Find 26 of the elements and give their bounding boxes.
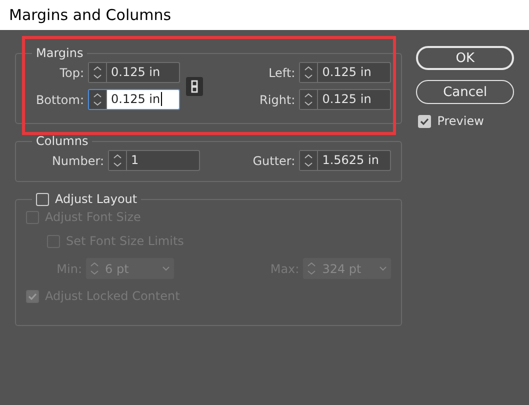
field-label: Left: [268, 66, 296, 80]
number-field[interactable]: 1.5625 in [299, 150, 392, 171]
group-title: Columns [35, 134, 90, 148]
number-field[interactable]: 0.125 in [299, 89, 392, 110]
stepper-icon[interactable] [300, 63, 318, 82]
dialog-button[interactable]: Cancel [416, 80, 514, 104]
group-title: Margins [35, 46, 84, 60]
stepper-icon[interactable] [300, 90, 318, 109]
field-label: Top: [58, 66, 85, 80]
checkbox-label: Preview [437, 114, 484, 128]
chain-link-icon[interactable] [186, 76, 203, 96]
stepper-icon[interactable] [109, 151, 127, 170]
stepper-icon[interactable] [300, 151, 318, 170]
dialog-button[interactable]: OK [416, 46, 514, 70]
number-field[interactable]: 0.125 in [299, 62, 392, 83]
number-field[interactable]: 1 [108, 150, 200, 171]
number-field[interactable]: 0.125 in [88, 89, 180, 110]
number-field[interactable]: 0.125 in [88, 62, 180, 83]
field-label: Right: [258, 92, 296, 106]
stepper-icon[interactable] [89, 90, 107, 109]
stepper-icon[interactable] [89, 63, 107, 82]
checkbox-label: Adjust Layout [55, 192, 138, 206]
window-title: Margins and Columns [9, 6, 172, 24]
field-label: Number: [50, 154, 105, 168]
field-label: Bottom: [34, 92, 85, 106]
field-label: Gutter: [252, 154, 296, 168]
